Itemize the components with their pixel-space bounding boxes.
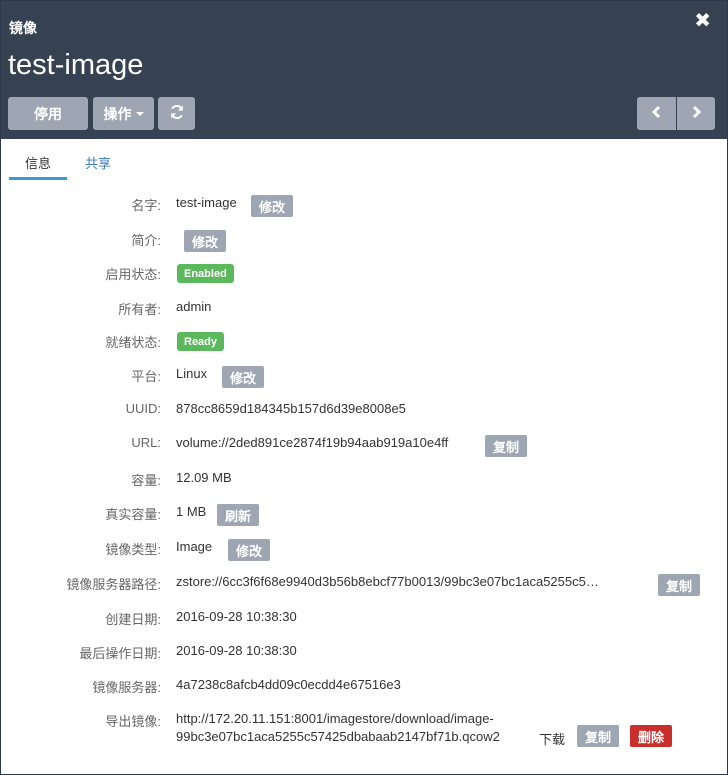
uuid-value: 878cc8659d184345b157d6d39e8008e5 [176, 401, 406, 416]
backup-path-value: zstore://6cc3f6f68e9940d3b56b8ebcf77b001… [176, 574, 599, 589]
field-backup-server: 镜像服务器: 4a7238c8afcb4dd09c0ecdd4e67516e3 [1, 677, 727, 699]
field-label: URL: [131, 435, 161, 450]
field-ready-state: 就绪状态: Ready [1, 332, 727, 354]
field-platform: 平台: Linux 修改 [1, 366, 727, 388]
copy-path-button[interactable]: 复制 [658, 574, 700, 596]
size-value: 12.09 MB [176, 470, 232, 485]
field-export: 导出镜像: http://172.20.11.151:8001/imagesto… [1, 711, 727, 751]
platform-value: Linux [176, 366, 208, 381]
chevron-right-icon [690, 105, 702, 122]
edit-name-button[interactable]: 修改 [251, 195, 293, 217]
field-size: 容量: 12.09 MB [1, 470, 727, 492]
field-label: UUID: [125, 401, 161, 416]
field-description: 简介: 修改 [1, 230, 727, 252]
field-label: 简介: [131, 233, 161, 248]
edit-image-type-button[interactable]: 修改 [228, 539, 270, 561]
delete-export-button[interactable]: 删除 [630, 725, 672, 747]
field-label: 镜像服务器路径: [66, 577, 161, 592]
caret-down-icon [135, 111, 144, 116]
actual-size-value: 1 MB [176, 504, 207, 519]
field-enable-state: 启用状态: Enabled [1, 264, 727, 286]
disable-button[interactable]: 停用 [8, 97, 88, 130]
field-owner: 所有者: admin [1, 299, 727, 321]
created-date-value: 2016-09-28 10:38:30 [176, 609, 297, 624]
close-icon[interactable]: ✖ [694, 11, 711, 31]
disable-button-label: 停用 [34, 105, 62, 122]
resource-kind-label: 镜像 [9, 20, 37, 36]
refresh-icon [169, 104, 185, 123]
tab-info[interactable]: 信息 [9, 149, 67, 180]
field-label: 镜像服务器: [92, 680, 161, 695]
field-label: 创建日期: [105, 612, 161, 627]
copy-url-button[interactable]: 复制 [485, 435, 527, 457]
image-type-value: Image [176, 539, 213, 554]
export-url-line-2: 99bc3e07bc1aca5255c57425dbabaab2147bf71b… [176, 729, 500, 744]
field-label: 真实容量: [105, 507, 161, 522]
tab-bar: 信息 共享 [9, 149, 721, 180]
copy-export-button[interactable]: 复制 [577, 725, 619, 747]
field-name: 名字: test-image 修改 [1, 195, 727, 217]
status-badge: Enabled [177, 264, 234, 283]
image-detail-panel: 镜像 ✖ test-image 停用 操作 信息 共享 名字: test-ima… [0, 0, 728, 775]
field-label: 镜像类型: [105, 542, 161, 557]
field-last-op: 最后操作日期: 2016-09-28 10:38:30 [1, 643, 727, 665]
edit-platform-button[interactable]: 修改 [222, 366, 264, 388]
ready-badge: Ready [177, 332, 225, 351]
next-button[interactable] [677, 97, 715, 130]
download-link[interactable]: 下载 [539, 729, 565, 748]
actions-dropdown-button[interactable]: 操作 [93, 97, 154, 130]
field-label: 平台: [131, 369, 161, 384]
field-uuid: UUID: 878cc8659d184345b157d6d39e8008e5 [1, 401, 727, 423]
field-image-type: 镜像类型: Image 修改 [1, 539, 727, 561]
chevron-left-icon [651, 105, 663, 122]
owner-value: admin [176, 299, 212, 314]
field-actual-size: 真实容量: 1 MB 刷新 [1, 504, 727, 526]
edit-description-button[interactable]: 修改 [184, 230, 226, 252]
field-label: 容量: [131, 473, 161, 488]
refresh-size-button[interactable]: 刷新 [217, 504, 259, 526]
backup-server-link[interactable]: 4a7238c8afcb4dd09c0ecdd4e67516e3 [176, 677, 401, 692]
page-title: test-image [8, 49, 144, 81]
field-label: 就绪状态: [105, 335, 161, 350]
previous-button[interactable] [637, 97, 676, 130]
field-label: 名字: [131, 198, 161, 213]
field-created: 创建日期: 2016-09-28 10:38:30 [1, 609, 727, 631]
field-url: URL: volume://2ded891ce2874f19b94aab919a… [1, 435, 727, 457]
field-label: 最后操作日期: [79, 646, 161, 661]
last-op-date-value: 2016-09-28 10:38:30 [176, 643, 297, 658]
field-label: 导出镜像: [105, 714, 161, 729]
export-url-line-1: http://172.20.11.151:8001/imagestore/dow… [176, 711, 494, 726]
field-label: 启用状态: [105, 267, 161, 282]
url-value: volume://2ded891ce2874f19b94aab919a10e4f… [176, 435, 449, 450]
name-value: test-image [176, 195, 237, 210]
field-backup-path: 镜像服务器路径: zstore://6cc3f6f68e9940d3b56b8e… [1, 574, 727, 596]
tab-share[interactable]: 共享 [75, 149, 121, 180]
actions-button-label: 操作 [103, 105, 132, 122]
refresh-button[interactable] [158, 97, 195, 130]
panel-header: 镜像 ✖ test-image 停用 操作 [1, 1, 727, 139]
field-label: 所有者: [118, 302, 161, 317]
